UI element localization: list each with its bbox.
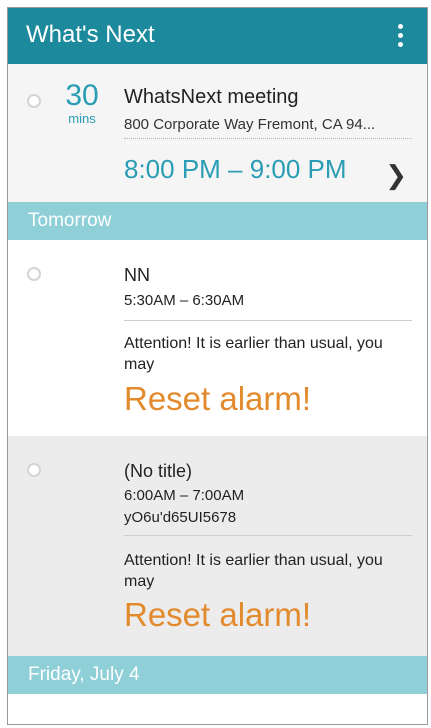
event-time: 8:00 PM – 9:00 PM — [124, 154, 347, 184]
section-header-friday: Friday, July 4 — [8, 656, 427, 694]
countdown-unit: mins — [68, 111, 96, 126]
list-item[interactable] — [8, 694, 427, 724]
app-bar: What's Next — [8, 8, 427, 64]
countdown: 30 mins — [62, 80, 102, 126]
attention-text: Attention! It is earlier than usual, you… — [124, 335, 383, 373]
divider — [124, 320, 412, 321]
chevron-right-icon[interactable]: ❯ — [385, 160, 407, 191]
app-frame: What's Next 30 mins WhatsNext meeting 80… — [7, 7, 428, 725]
section-header-label: Friday, July 4 — [28, 664, 140, 685]
app-title: What's Next — [26, 21, 155, 48]
reset-alarm-button[interactable]: Reset alarm! — [124, 380, 311, 418]
divider — [124, 138, 412, 139]
event-title: WhatsNext meeting — [124, 86, 299, 108]
event-title: (No title) — [124, 461, 193, 481]
event-location: 800 Corporate Way Fremont, CA 94... — [124, 116, 376, 133]
section-header-tomorrow: Tomorrow — [8, 202, 427, 240]
section-header-label: Tomorrow — [28, 210, 112, 231]
list-item[interactable]: (No title) 6:00AM – 7:00AM yO6u'd65UI567… — [8, 436, 427, 656]
list-item[interactable]: NN 5:30AM – 6:30AM Attention! It is earl… — [8, 240, 427, 436]
event-title: NN — [124, 265, 150, 285]
event-time: 5:30AM – 6:30AM — [124, 292, 245, 309]
divider — [124, 535, 412, 536]
reset-alarm-button[interactable]: Reset alarm! — [124, 596, 311, 634]
event-subtitle: yO6u'd65UI5678 — [124, 509, 237, 526]
timeline-dot — [27, 463, 41, 477]
timeline-dot — [27, 267, 41, 281]
timeline-dot — [27, 94, 41, 108]
event-time: 6:00AM – 7:00AM — [124, 487, 245, 504]
current-event-card[interactable]: 30 mins WhatsNext meeting 800 Corporate … — [8, 64, 427, 202]
attention-text: Attention! It is earlier than usual, you… — [124, 552, 383, 590]
more-vert-icon[interactable] — [395, 24, 405, 50]
countdown-value: 30 — [65, 79, 99, 112]
